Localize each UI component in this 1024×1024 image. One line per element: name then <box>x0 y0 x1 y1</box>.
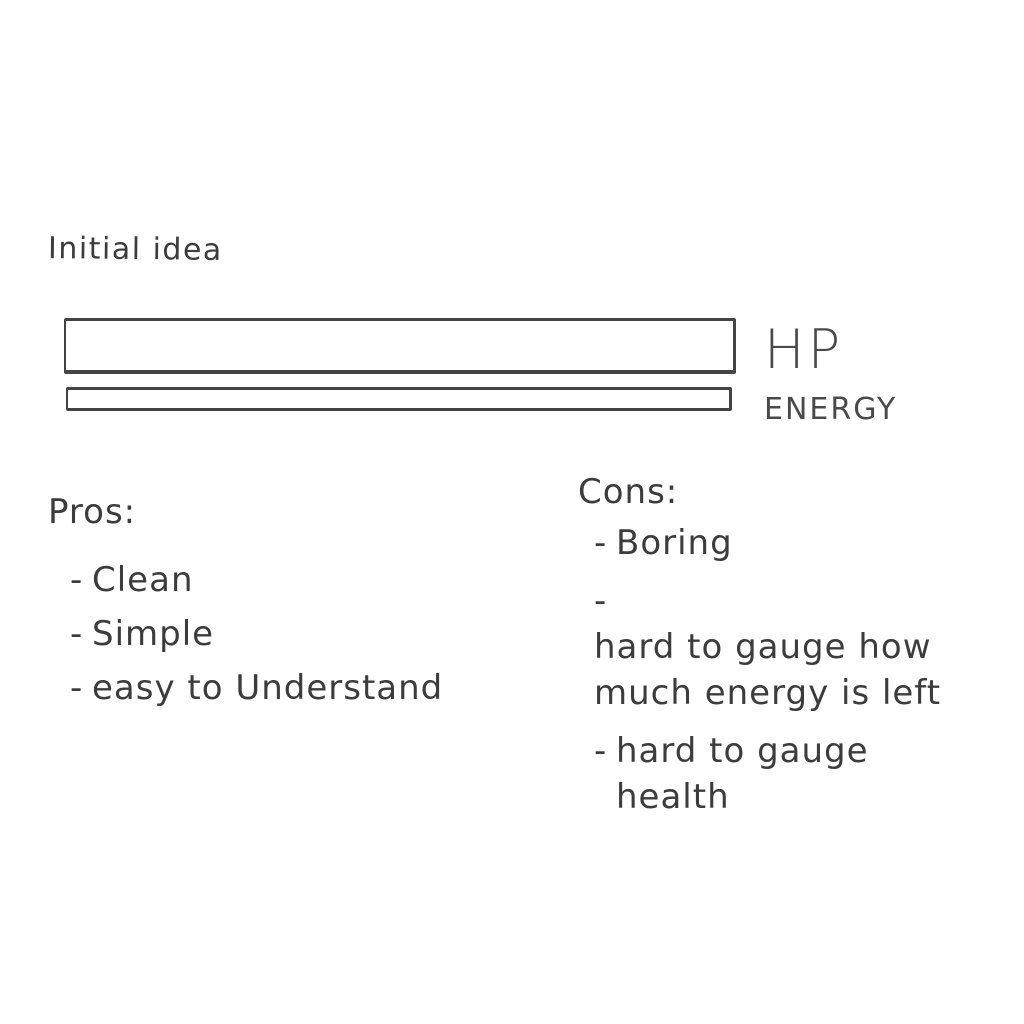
page-title: Initial idea <box>47 231 223 268</box>
list-marker: - <box>594 523 608 563</box>
list-marker: - <box>594 731 608 771</box>
pros-item-text: easy to Understand <box>92 668 444 708</box>
pros-heading: Pros: <box>48 492 137 532</box>
pros-list: - Clean - Simple - easy to Understand <box>70 560 443 722</box>
cons-heading: Cons: <box>578 472 679 512</box>
energy-label: ENERGY <box>764 392 898 427</box>
cons-list: - Boring -hard to gauge how much energy i… <box>594 520 984 832</box>
list-marker: - <box>70 560 84 600</box>
list-marker: - <box>70 668 84 708</box>
hp-label: HP <box>764 318 844 381</box>
cons-item-text: hard to gauge how much energy is left <box>594 627 942 713</box>
pros-item-text: Simple <box>92 614 215 654</box>
cons-item-text: Boring <box>616 523 733 563</box>
pros-item: - easy to Understand <box>70 668 443 722</box>
energy-bar <box>66 387 732 411</box>
hp-bar <box>64 318 736 374</box>
pros-item-text: Clean <box>92 560 194 600</box>
pros-item: - Clean <box>70 560 443 614</box>
cons-item: - Boring <box>594 520 984 566</box>
cons-item-text: hard to gauge health <box>616 731 869 817</box>
pros-item: - Simple <box>70 614 443 668</box>
cons-item: - hard to gauge how much energy is left <box>594 578 984 716</box>
cons-item: - hard to gauge health <box>594 728 984 820</box>
list-marker: - <box>70 614 84 654</box>
list-marker: - <box>594 581 608 621</box>
